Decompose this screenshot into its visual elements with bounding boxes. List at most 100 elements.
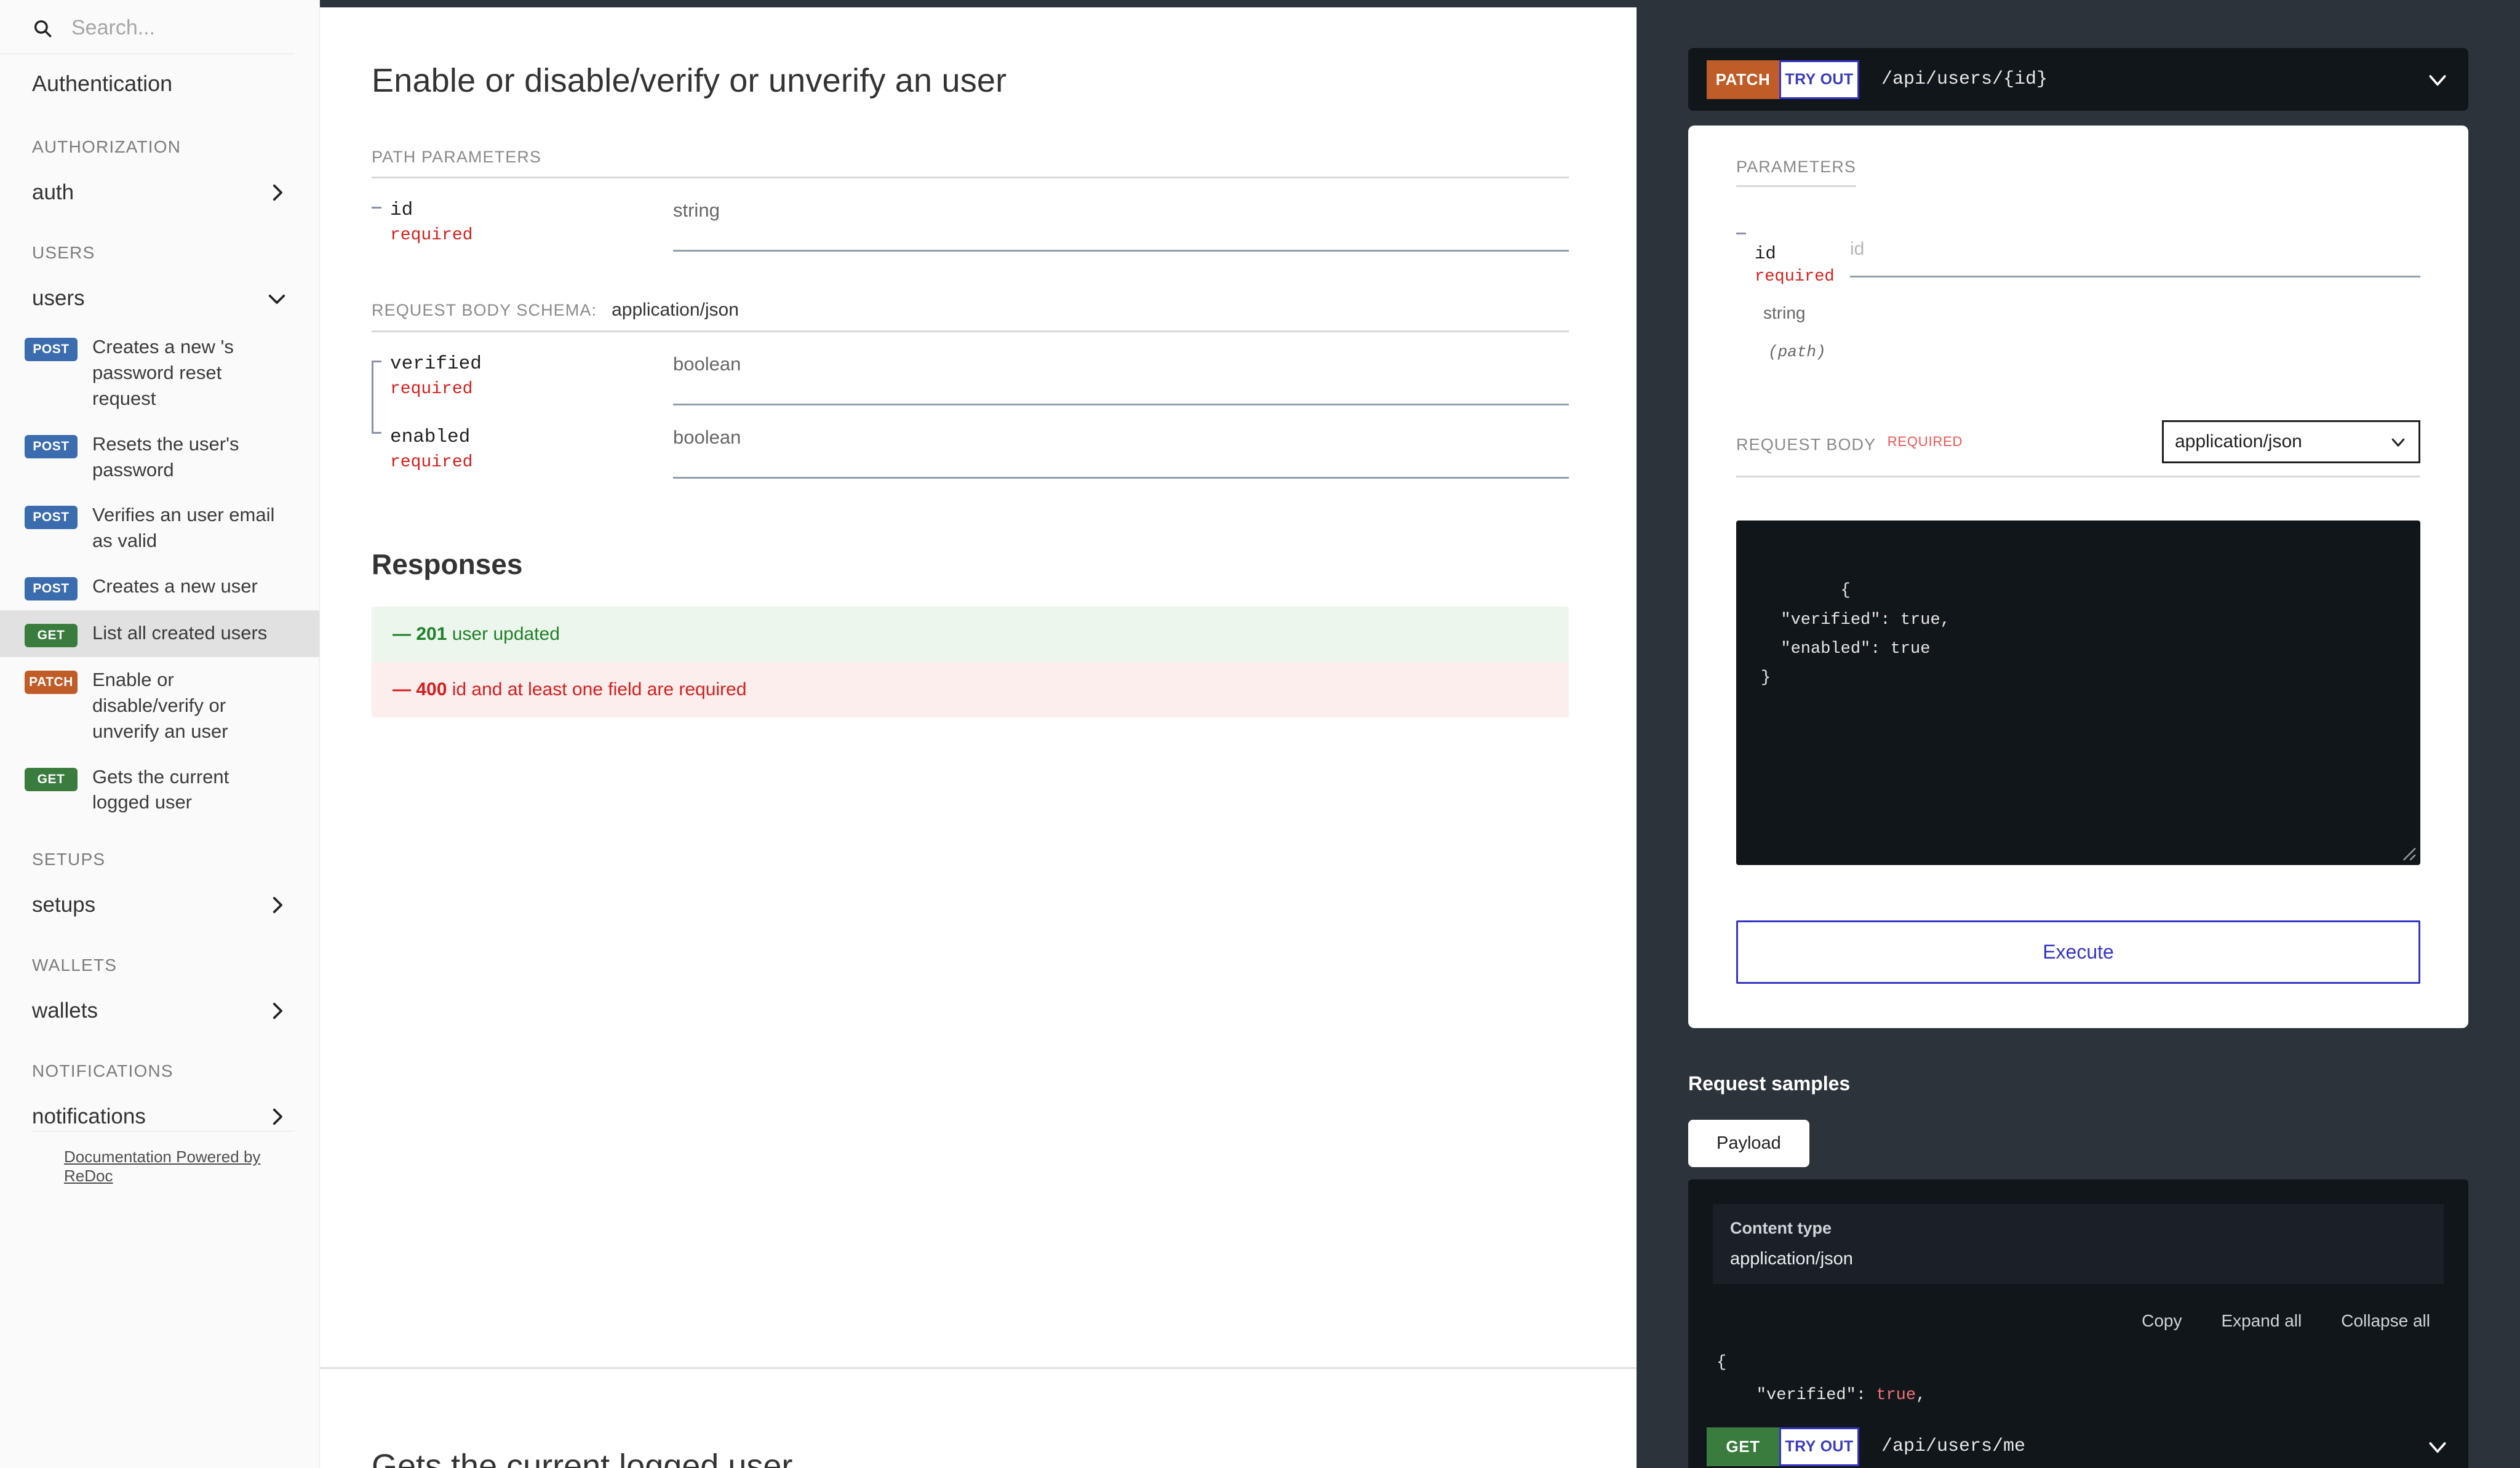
param-required-flag: required	[390, 380, 673, 399]
request-body-schema-label: REQUEST BODY SCHEMA:	[372, 301, 597, 320]
next-operation-header[interactable]: GET TRY OUT /api/users/me	[1688, 1415, 2468, 1468]
method-badge: PATCH	[1707, 60, 1779, 99]
sidebar-operation-current-user[interactable]: GET Gets the current logged user	[0, 754, 319, 826]
tab-payload[interactable]: Payload	[1688, 1120, 1809, 1167]
param-left: verified required	[372, 353, 673, 405]
sidebar-operation-label: Verifies an user email as valid	[92, 502, 287, 554]
sidebar-operation-reset-password[interactable]: POST Resets the user's password	[0, 421, 319, 493]
sidebar-group-label-users: USERS	[0, 218, 319, 273]
copy-button[interactable]: Copy	[2142, 1311, 2182, 1331]
sidebar-group-label: users	[32, 286, 85, 311]
sidebar-operation-label: List all created users	[92, 620, 267, 646]
content-type-select[interactable]: application/json	[2162, 420, 2420, 463]
response-row-400[interactable]: — 400 id and at least one field are requ…	[372, 662, 1569, 717]
method-badge: POST	[25, 435, 78, 458]
param-required-flag: required	[1755, 268, 1850, 286]
method-badge: GET	[25, 624, 78, 647]
expand-all-button[interactable]: Expand all	[2221, 1311, 2302, 1331]
main-inner: Enable or disable/verify or unverify an …	[320, 7, 1637, 717]
tryit-parameter-row-id: id required string (path)	[1736, 187, 2420, 361]
try-out-button[interactable]: TRY OUT	[1779, 60, 1859, 99]
try-out-button[interactable]: TRY OUT	[1779, 1427, 1859, 1466]
redoc-app: Authentication AUTHORIZATION auth USERS …	[0, 0, 2520, 1468]
param-required-flag: required	[390, 226, 673, 245]
chevron-down-icon[interactable]	[2425, 1434, 2450, 1459]
param-name: id	[390, 199, 673, 221]
collapse-dash-icon: —	[393, 624, 411, 644]
redoc-credit-link[interactable]: Documentation Powered by ReDoc	[64, 1147, 260, 1185]
chevron-down-icon[interactable]	[2425, 67, 2450, 92]
request-samples-tabs: Payload	[1688, 1120, 2468, 1167]
search-row[interactable]	[0, 0, 295, 54]
response-description: user updated	[452, 624, 560, 644]
sidebar-group-label-setups: SETUPS	[0, 825, 319, 879]
sidebar-group-label-authorization: AUTHORIZATION	[0, 113, 319, 167]
code-line-verified-key: "verified":	[1717, 1386, 1876, 1405]
sidebar-operation-verify-email[interactable]: POST Verifies an user email as valid	[0, 492, 319, 564]
tryit-card: PARAMETERS id required string (path) REQ…	[1688, 126, 2468, 1028]
param-left: enabled required	[372, 426, 673, 479]
execute-button[interactable]: Execute	[1736, 920, 2420, 984]
tryit-param-right	[1850, 225, 2420, 361]
request-body-schema-value: application/json	[612, 300, 739, 321]
param-right: string	[673, 199, 1569, 252]
sidebar-group-label: wallets	[32, 999, 98, 1023]
sidebar-group-setups[interactable]: setups	[0, 879, 319, 931]
code-actions: Copy Expand all Collapse all	[1713, 1311, 2444, 1331]
request-samples-title: Request samples	[1688, 1072, 2468, 1095]
tryit-param-left: id required string (path)	[1736, 225, 1850, 361]
method-badge: PATCH	[25, 671, 78, 694]
responses-title: Responses	[372, 479, 1569, 607]
response-status-code: 201	[416, 624, 447, 644]
code-line-verified-comma: ,	[1916, 1386, 1926, 1405]
tree-bracket-icon	[372, 207, 381, 209]
sidebar-operation-label: Gets the current logged user	[92, 764, 287, 816]
sidebar-operation-label: Creates a new 's password reset request	[92, 334, 287, 412]
path-parameters-label: PATH PARAMETERS	[372, 100, 1569, 178]
search-icon	[32, 18, 53, 39]
resize-handle-icon[interactable]	[2396, 840, 2417, 861]
main-content: Enable or disable/verify or unverify an …	[320, 0, 1637, 1468]
endpoint-path: /api/users/{id}	[1881, 69, 2048, 90]
sidebar-group-wallets[interactable]: wallets	[0, 985, 319, 1037]
param-right: boolean	[673, 353, 1569, 405]
response-row-201[interactable]: — 201 user updated	[372, 607, 1569, 662]
code-line-open-brace: {	[1717, 1354, 1726, 1372]
sidebar-group-auth[interactable]: auth	[0, 167, 319, 218]
param-type: string	[1763, 303, 1850, 323]
param-name: id	[1755, 244, 1850, 264]
sidebar-item-authentication[interactable]: Authentication	[0, 54, 319, 113]
parameters-label: PARAMETERS	[1736, 158, 1856, 187]
param-left: id required	[372, 199, 673, 252]
body-field-row-enabled: enabled required boolean	[372, 405, 1569, 479]
param-name: verified	[390, 353, 673, 375]
tree-bracket-icon	[372, 367, 381, 434]
chevron-down-icon	[266, 288, 287, 309]
chevron-right-icon	[266, 1106, 287, 1127]
sidebar-operation-list-users[interactable]: GET List all created users	[0, 610, 319, 657]
request-body-editor[interactable]: { "verified": true, "enabled": true }	[1736, 521, 2420, 865]
sidebar-footer: Documentation Powered by ReDoc	[32, 1131, 295, 1186]
sidebar-operation-create-user[interactable]: POST Creates a new user	[0, 564, 319, 610]
content-type-selected-value: application/json	[2175, 431, 2302, 452]
body-field-row-verified: verified required boolean	[372, 332, 1569, 405]
search-input[interactable]	[71, 16, 274, 40]
sidebar-group-label-notifications: NOTIFICATIONS	[0, 1037, 319, 1091]
sidebar-operation-enable-disable-user[interactable]: PATCH Enable or disable/verify or unveri…	[0, 657, 319, 754]
method-badge: POST	[25, 338, 78, 361]
chevron-down-icon	[2389, 433, 2407, 451]
collapse-all-button[interactable]: Collapse all	[2341, 1311, 2430, 1331]
response-description: id and at least one field are required	[452, 679, 747, 700]
tryit-header[interactable]: PATCH TRY OUT /api/users/{id}	[1688, 48, 2468, 111]
sidebar-operation-create-password-reset[interactable]: POST Creates a new 's password reset req…	[0, 324, 319, 421]
sidebar: Authentication AUTHORIZATION auth USERS …	[0, 0, 320, 1468]
path-param-id-input[interactable]	[1850, 239, 2420, 277]
sidebar-group-label: setups	[32, 893, 95, 917]
section-divider	[320, 1367, 1637, 1369]
chevron-right-icon	[266, 1000, 287, 1021]
right-panel: PATCH TRY OUT /api/users/{id} PARAMETERS…	[1637, 0, 2520, 1468]
param-type: string	[673, 199, 720, 221]
content-type-title: Content type	[1730, 1219, 2426, 1238]
sidebar-item-label: Authentication	[32, 71, 172, 96]
sidebar-group-users[interactable]: users	[0, 273, 319, 324]
